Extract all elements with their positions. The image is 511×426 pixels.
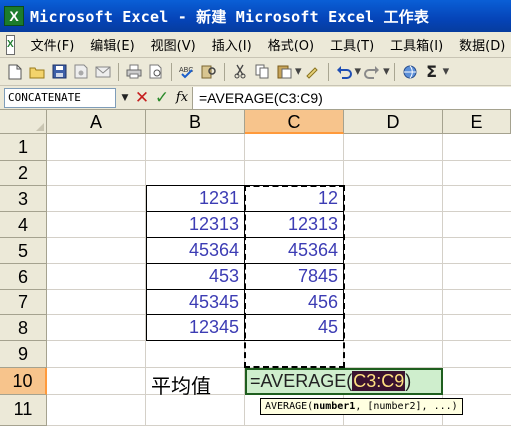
range-reference-text: C3:C9: [352, 371, 406, 391]
cell-b7[interactable]: 45345: [146, 290, 244, 314]
name-box[interactable]: CONCATENATE: [4, 87, 116, 108]
research-icon[interactable]: [200, 63, 218, 81]
select-all-corner[interactable]: [0, 110, 47, 134]
row-header-10[interactable]: 10: [0, 368, 47, 395]
row-header-5[interactable]: 5: [0, 238, 47, 264]
print-icon[interactable]: [125, 63, 143, 81]
formula-prefix: =AVERAGE(: [250, 371, 353, 391]
title-bar: X Microsoft Excel - 新建 Microsoft Excel 工…: [0, 0, 511, 32]
menu-file[interactable]: 文件(F): [23, 35, 83, 54]
column-header-d[interactable]: D: [344, 110, 443, 134]
cancel-button[interactable]: ✕: [132, 88, 152, 108]
new-icon[interactable]: [6, 63, 24, 81]
formula-bar: CONCATENATE ▼ ✕ ✓ fx =AVERAGE(C3:C9): [0, 86, 511, 110]
save-icon[interactable]: [50, 63, 68, 81]
enter-button[interactable]: ✓: [152, 88, 172, 108]
column-header-a[interactable]: A: [47, 110, 146, 134]
cell-b6[interactable]: 453: [146, 264, 244, 288]
column-header-b[interactable]: B: [146, 110, 245, 134]
range-reference-marquee: [244, 185, 345, 368]
name-box-dropdown-icon[interactable]: ▼: [118, 93, 132, 103]
menu-toolbox[interactable]: 工具箱(I): [382, 35, 451, 54]
autosum-dropdown-icon[interactable]: ▾: [443, 63, 450, 81]
toolbar-separator: [224, 62, 225, 81]
formula-suffix: ): [405, 371, 412, 391]
email-icon[interactable]: [94, 63, 112, 81]
row-header-7[interactable]: 7: [0, 290, 47, 315]
row-header-1[interactable]: 1: [0, 134, 47, 161]
standard-toolbar: ABC ▾ ▾ ▾ Σ ▾: [0, 58, 511, 86]
menu-bar: X 文件(F) 编辑(E) 视图(V) 插入(I) 格式(O) 工具(T) 工具…: [0, 32, 511, 58]
cell-b5[interactable]: 45364: [146, 238, 244, 262]
toolbar-separator: [393, 62, 395, 81]
hyperlink-icon[interactable]: [401, 63, 419, 81]
cell-b4[interactable]: 12313: [146, 212, 244, 236]
copy-icon[interactable]: [253, 63, 271, 81]
formula-input[interactable]: =AVERAGE(C3:C9): [192, 86, 511, 109]
paste-dropdown-icon[interactable]: ▾: [295, 63, 302, 81]
row-header-3[interactable]: 3: [0, 186, 47, 212]
insert-function-button[interactable]: fx: [172, 90, 192, 105]
autosum-icon[interactable]: Σ: [423, 62, 441, 81]
row-header-9[interactable]: 9: [0, 341, 47, 368]
undo-dropdown-icon[interactable]: ▾: [355, 63, 362, 81]
cell-c10-editor[interactable]: =AVERAGE(C3:C9): [245, 368, 443, 395]
cell-b10[interactable]: 平均值: [151, 370, 211, 399]
redo-icon[interactable]: [363, 63, 381, 81]
permission-icon[interactable]: [72, 63, 90, 81]
menu-edit[interactable]: 编辑(E): [82, 35, 142, 54]
row-header-2[interactable]: 2: [0, 161, 47, 186]
spelling-icon[interactable]: ABC: [178, 63, 196, 81]
excel-app-icon[interactable]: X: [4, 6, 24, 26]
menu-view[interactable]: 视图(V): [143, 35, 204, 54]
window-title: Microsoft Excel - 新建 Microsoft Excel 工作表: [30, 7, 430, 26]
toolbar-separator: [327, 62, 329, 81]
toolbar-separator: [171, 62, 172, 81]
paste-icon[interactable]: [275, 63, 293, 81]
cell-b3[interactable]: 1231: [146, 186, 244, 210]
print-preview-icon[interactable]: [147, 63, 165, 81]
undo-icon[interactable]: [335, 63, 353, 81]
row-header-8[interactable]: 8: [0, 315, 47, 341]
cell-b8[interactable]: 12345: [146, 315, 244, 339]
function-tooltip[interactable]: AVERAGE(number1, [number2], ...): [260, 398, 463, 415]
toolbar-separator: [118, 62, 119, 81]
cut-icon[interactable]: [231, 63, 249, 81]
menu-data[interactable]: 数据(D): [451, 35, 511, 54]
document-icon[interactable]: X: [6, 34, 15, 55]
column-header-c[interactable]: C: [245, 110, 344, 134]
open-icon[interactable]: [28, 63, 46, 81]
row-header-4[interactable]: 4: [0, 212, 47, 238]
tooltip-arg-number1[interactable]: number1: [313, 401, 355, 412]
format-painter-icon[interactable]: [304, 63, 322, 81]
menu-tools[interactable]: 工具(T): [322, 35, 382, 54]
column-header-e[interactable]: E: [443, 110, 511, 134]
row-header-6[interactable]: 6: [0, 264, 47, 290]
menu-format[interactable]: 格式(O): [260, 35, 322, 54]
redo-dropdown-icon[interactable]: ▾: [383, 63, 390, 81]
tooltip-function-name[interactable]: AVERAGE(: [265, 401, 313, 412]
menu-insert[interactable]: 插入(I): [204, 35, 260, 54]
row-header-11[interactable]: 11: [0, 395, 47, 426]
worksheet-grid[interactable]: A B C D E 1 2 3 4 5 6 7 8 9 10 11 1231 1…: [0, 110, 511, 426]
tooltip-args-rest: , [number2], ...): [355, 401, 458, 412]
